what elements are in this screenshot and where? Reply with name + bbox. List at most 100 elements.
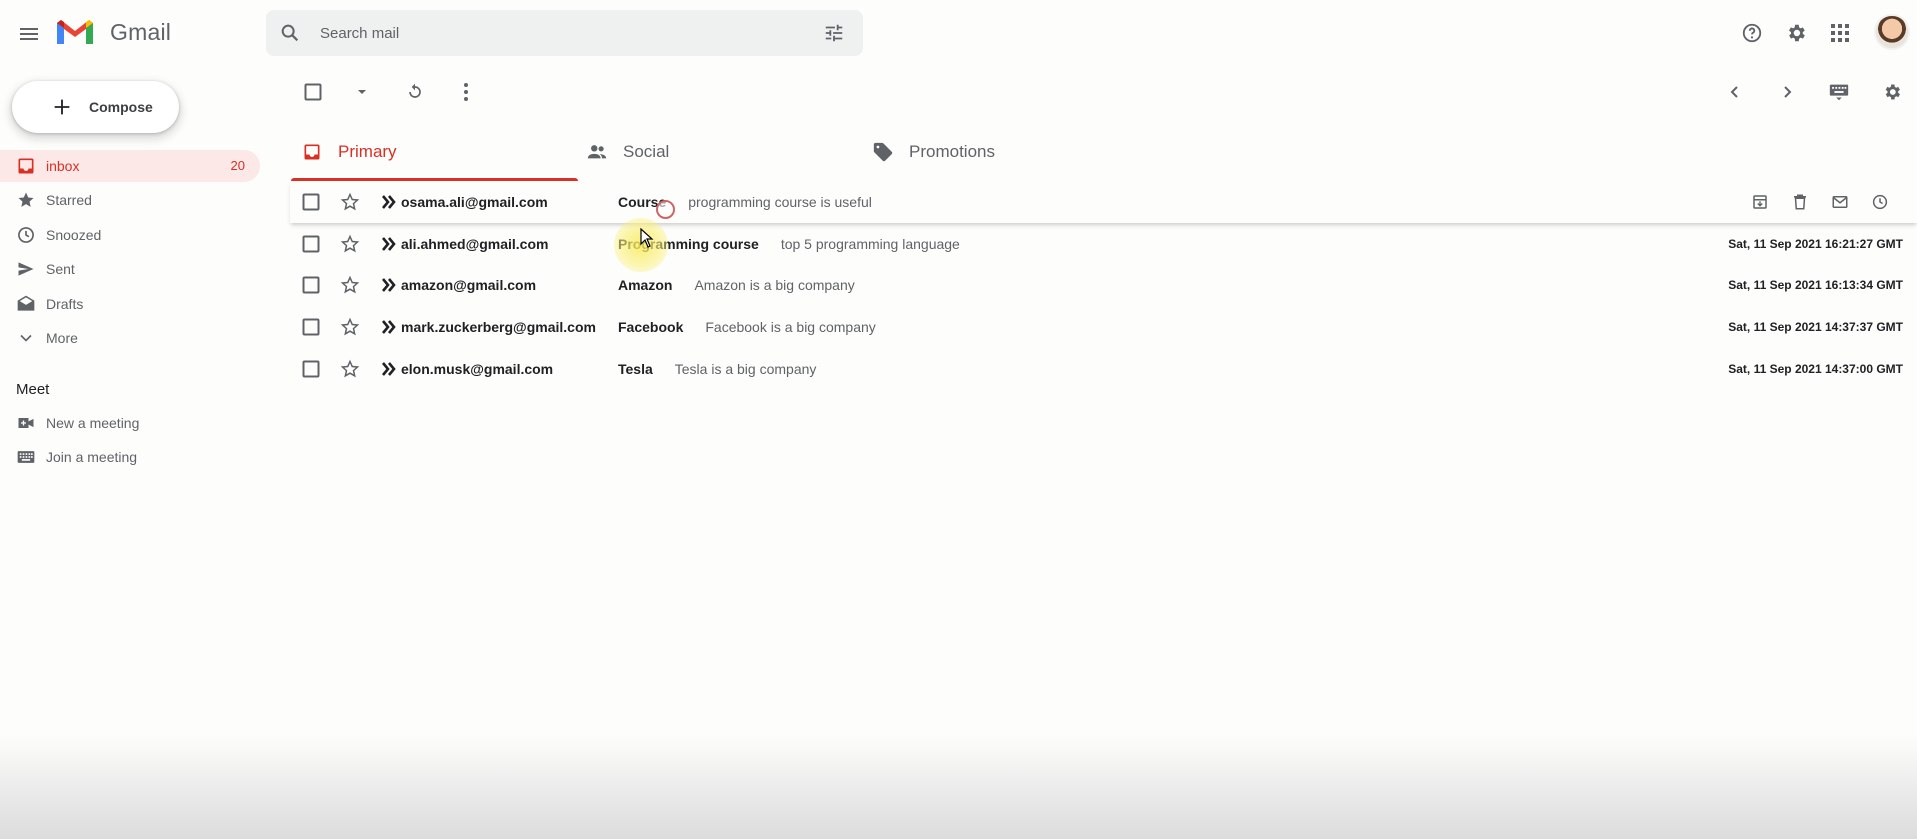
sidebar-item-label: Starred bbox=[46, 192, 92, 208]
importance-marker-icon[interactable] bbox=[380, 276, 398, 294]
gmail-logo-icon[interactable] bbox=[55, 16, 95, 48]
star-toggle-icon[interactable] bbox=[340, 275, 360, 295]
subject-text: Tesla bbox=[618, 361, 653, 377]
meet-section-title: Meet bbox=[16, 381, 50, 398]
apps-grid-icon[interactable] bbox=[1827, 20, 1853, 46]
row-checkbox[interactable] bbox=[302, 235, 320, 253]
email-row[interactable]: ali.ahmed@gmail.com Programming course to… bbox=[290, 223, 1917, 265]
email-sender: mark.zuckerberg@gmail.com bbox=[401, 319, 596, 335]
email-snippet: Amazon is a big company bbox=[694, 277, 855, 293]
importance-marker-icon[interactable] bbox=[380, 235, 398, 253]
new-meeting-item[interactable]: New a meeting bbox=[0, 407, 260, 439]
email-snippet: Tesla is a big company bbox=[674, 361, 817, 377]
delete-icon[interactable] bbox=[1790, 192, 1810, 212]
email-date: Sat, 11 Sep 2021 14:37:00 GMT bbox=[1728, 362, 1903, 376]
previous-page-icon[interactable] bbox=[1723, 80, 1747, 104]
refresh-icon[interactable] bbox=[403, 80, 427, 104]
tab-label: Promotions bbox=[909, 142, 995, 161]
email-subject: Facebook Facebook is a big company bbox=[618, 319, 876, 335]
row-checkbox[interactable] bbox=[302, 360, 320, 378]
mouse-pointer-icon bbox=[640, 228, 654, 248]
account-avatar[interactable] bbox=[1874, 14, 1910, 50]
search-options-icon[interactable] bbox=[822, 21, 846, 45]
email-sender: ali.ahmed@gmail.com bbox=[401, 236, 549, 252]
search-input[interactable] bbox=[320, 23, 780, 43]
quick-settings-icon[interactable] bbox=[1880, 80, 1904, 104]
tab-social[interactable]: Social bbox=[585, 130, 855, 182]
archive-icon[interactable] bbox=[1750, 192, 1770, 212]
importance-marker-icon[interactable] bbox=[380, 318, 398, 336]
sidebar-item-label: inbox bbox=[46, 158, 80, 174]
keyboard-icon bbox=[16, 447, 36, 467]
star-toggle-icon[interactable] bbox=[340, 192, 360, 212]
sidebar-item-sent[interactable]: Sent bbox=[0, 253, 260, 285]
email-row[interactable]: osama.ali@gmail.com Course programming co… bbox=[290, 181, 1917, 223]
sidebar-item-inbox[interactable]: inbox 20 bbox=[0, 150, 260, 182]
select-all-checkbox[interactable] bbox=[301, 80, 325, 104]
star-toggle-icon[interactable] bbox=[340, 234, 360, 254]
people-icon bbox=[585, 140, 609, 164]
next-page-icon[interactable] bbox=[1775, 80, 1799, 104]
tab-label: Primary bbox=[338, 142, 397, 161]
clock-icon bbox=[16, 225, 36, 245]
mark-as-read-icon[interactable] bbox=[1830, 192, 1850, 212]
sidebar-item-snoozed[interactable]: Snoozed bbox=[0, 219, 260, 251]
chevron-down-icon bbox=[16, 328, 36, 348]
email-row[interactable]: mark.zuckerberg@gmail.com Facebook Facebo… bbox=[290, 306, 1917, 348]
input-tools-keyboard-icon[interactable] bbox=[1827, 80, 1851, 104]
email-date: Sat, 11 Sep 2021 14:37:37 GMT bbox=[1728, 320, 1903, 334]
sidebar-item-label: Drafts bbox=[46, 296, 84, 312]
row-checkbox[interactable] bbox=[302, 276, 320, 294]
send-icon bbox=[16, 259, 36, 279]
click-indicator bbox=[656, 200, 675, 219]
email-sender: elon.musk@gmail.com bbox=[401, 361, 554, 377]
row-checkbox[interactable] bbox=[302, 193, 320, 211]
email-subject: Programming course top 5 programming lang… bbox=[618, 236, 960, 252]
importance-marker-icon[interactable] bbox=[380, 360, 398, 378]
help-icon[interactable] bbox=[1739, 20, 1765, 46]
compose-label: Compose bbox=[89, 99, 153, 115]
compose-button[interactable]: Compose bbox=[12, 81, 179, 133]
sidebar-item-starred[interactable]: Starred bbox=[0, 184, 260, 216]
plus-icon bbox=[50, 95, 74, 119]
email-snippet: programming course is useful bbox=[688, 194, 872, 210]
subject-text: Facebook bbox=[618, 319, 684, 335]
email-date: Sat, 11 Sep 2021 16:21:27 GMT bbox=[1728, 237, 1903, 251]
tab-promotions[interactable]: Promotions bbox=[871, 130, 1141, 182]
row-checkbox[interactable] bbox=[302, 318, 320, 336]
inbox-icon bbox=[16, 156, 36, 176]
star-toggle-icon[interactable] bbox=[340, 359, 360, 379]
main-menu-icon[interactable] bbox=[15, 20, 43, 48]
drafts-icon bbox=[16, 294, 36, 314]
email-row[interactable]: amazon@gmail.com Amazon Amazon is a big c… bbox=[290, 264, 1917, 306]
inbox-icon bbox=[300, 140, 324, 164]
sidebar-item-drafts[interactable]: Drafts bbox=[0, 288, 260, 320]
email-snippet: top 5 programming language bbox=[780, 236, 960, 252]
tag-icon bbox=[871, 140, 895, 164]
tab-primary[interactable]: Primary bbox=[300, 130, 570, 182]
star-toggle-icon[interactable] bbox=[340, 317, 360, 337]
sidebar-item-label: Join a meeting bbox=[46, 449, 138, 465]
subject-text: Amazon bbox=[618, 277, 673, 293]
sidebar-item-label: New a meeting bbox=[46, 415, 140, 431]
email-subject: Tesla Tesla is a big company bbox=[618, 361, 816, 377]
email-snippet: Facebook is a big company bbox=[705, 319, 876, 335]
star-icon bbox=[16, 190, 36, 210]
join-meeting-item[interactable]: Join a meeting bbox=[0, 441, 260, 473]
sidebar-item-more[interactable]: More bbox=[0, 322, 260, 354]
email-row[interactable]: elon.musk@gmail.com Tesla Tesla is a big … bbox=[290, 348, 1917, 390]
more-options-icon[interactable] bbox=[454, 80, 478, 104]
unread-count: 20 bbox=[230, 158, 245, 173]
select-dropdown-icon[interactable] bbox=[350, 80, 374, 104]
email-date: Sat, 11 Sep 2021 16:13:34 GMT bbox=[1728, 278, 1903, 292]
email-subject: Amazon Amazon is a big company bbox=[618, 277, 855, 293]
sidebar-item-label: Snoozed bbox=[46, 227, 102, 243]
settings-icon[interactable] bbox=[1783, 20, 1809, 46]
sidebar-item-label: More bbox=[46, 330, 78, 346]
email-sender: amazon@gmail.com bbox=[401, 277, 537, 293]
search-icon[interactable] bbox=[278, 21, 302, 45]
snooze-icon[interactable] bbox=[1870, 192, 1890, 212]
importance-marker-icon[interactable] bbox=[380, 193, 398, 211]
tab-label: Social bbox=[623, 142, 670, 161]
search-bar[interactable] bbox=[266, 10, 863, 56]
